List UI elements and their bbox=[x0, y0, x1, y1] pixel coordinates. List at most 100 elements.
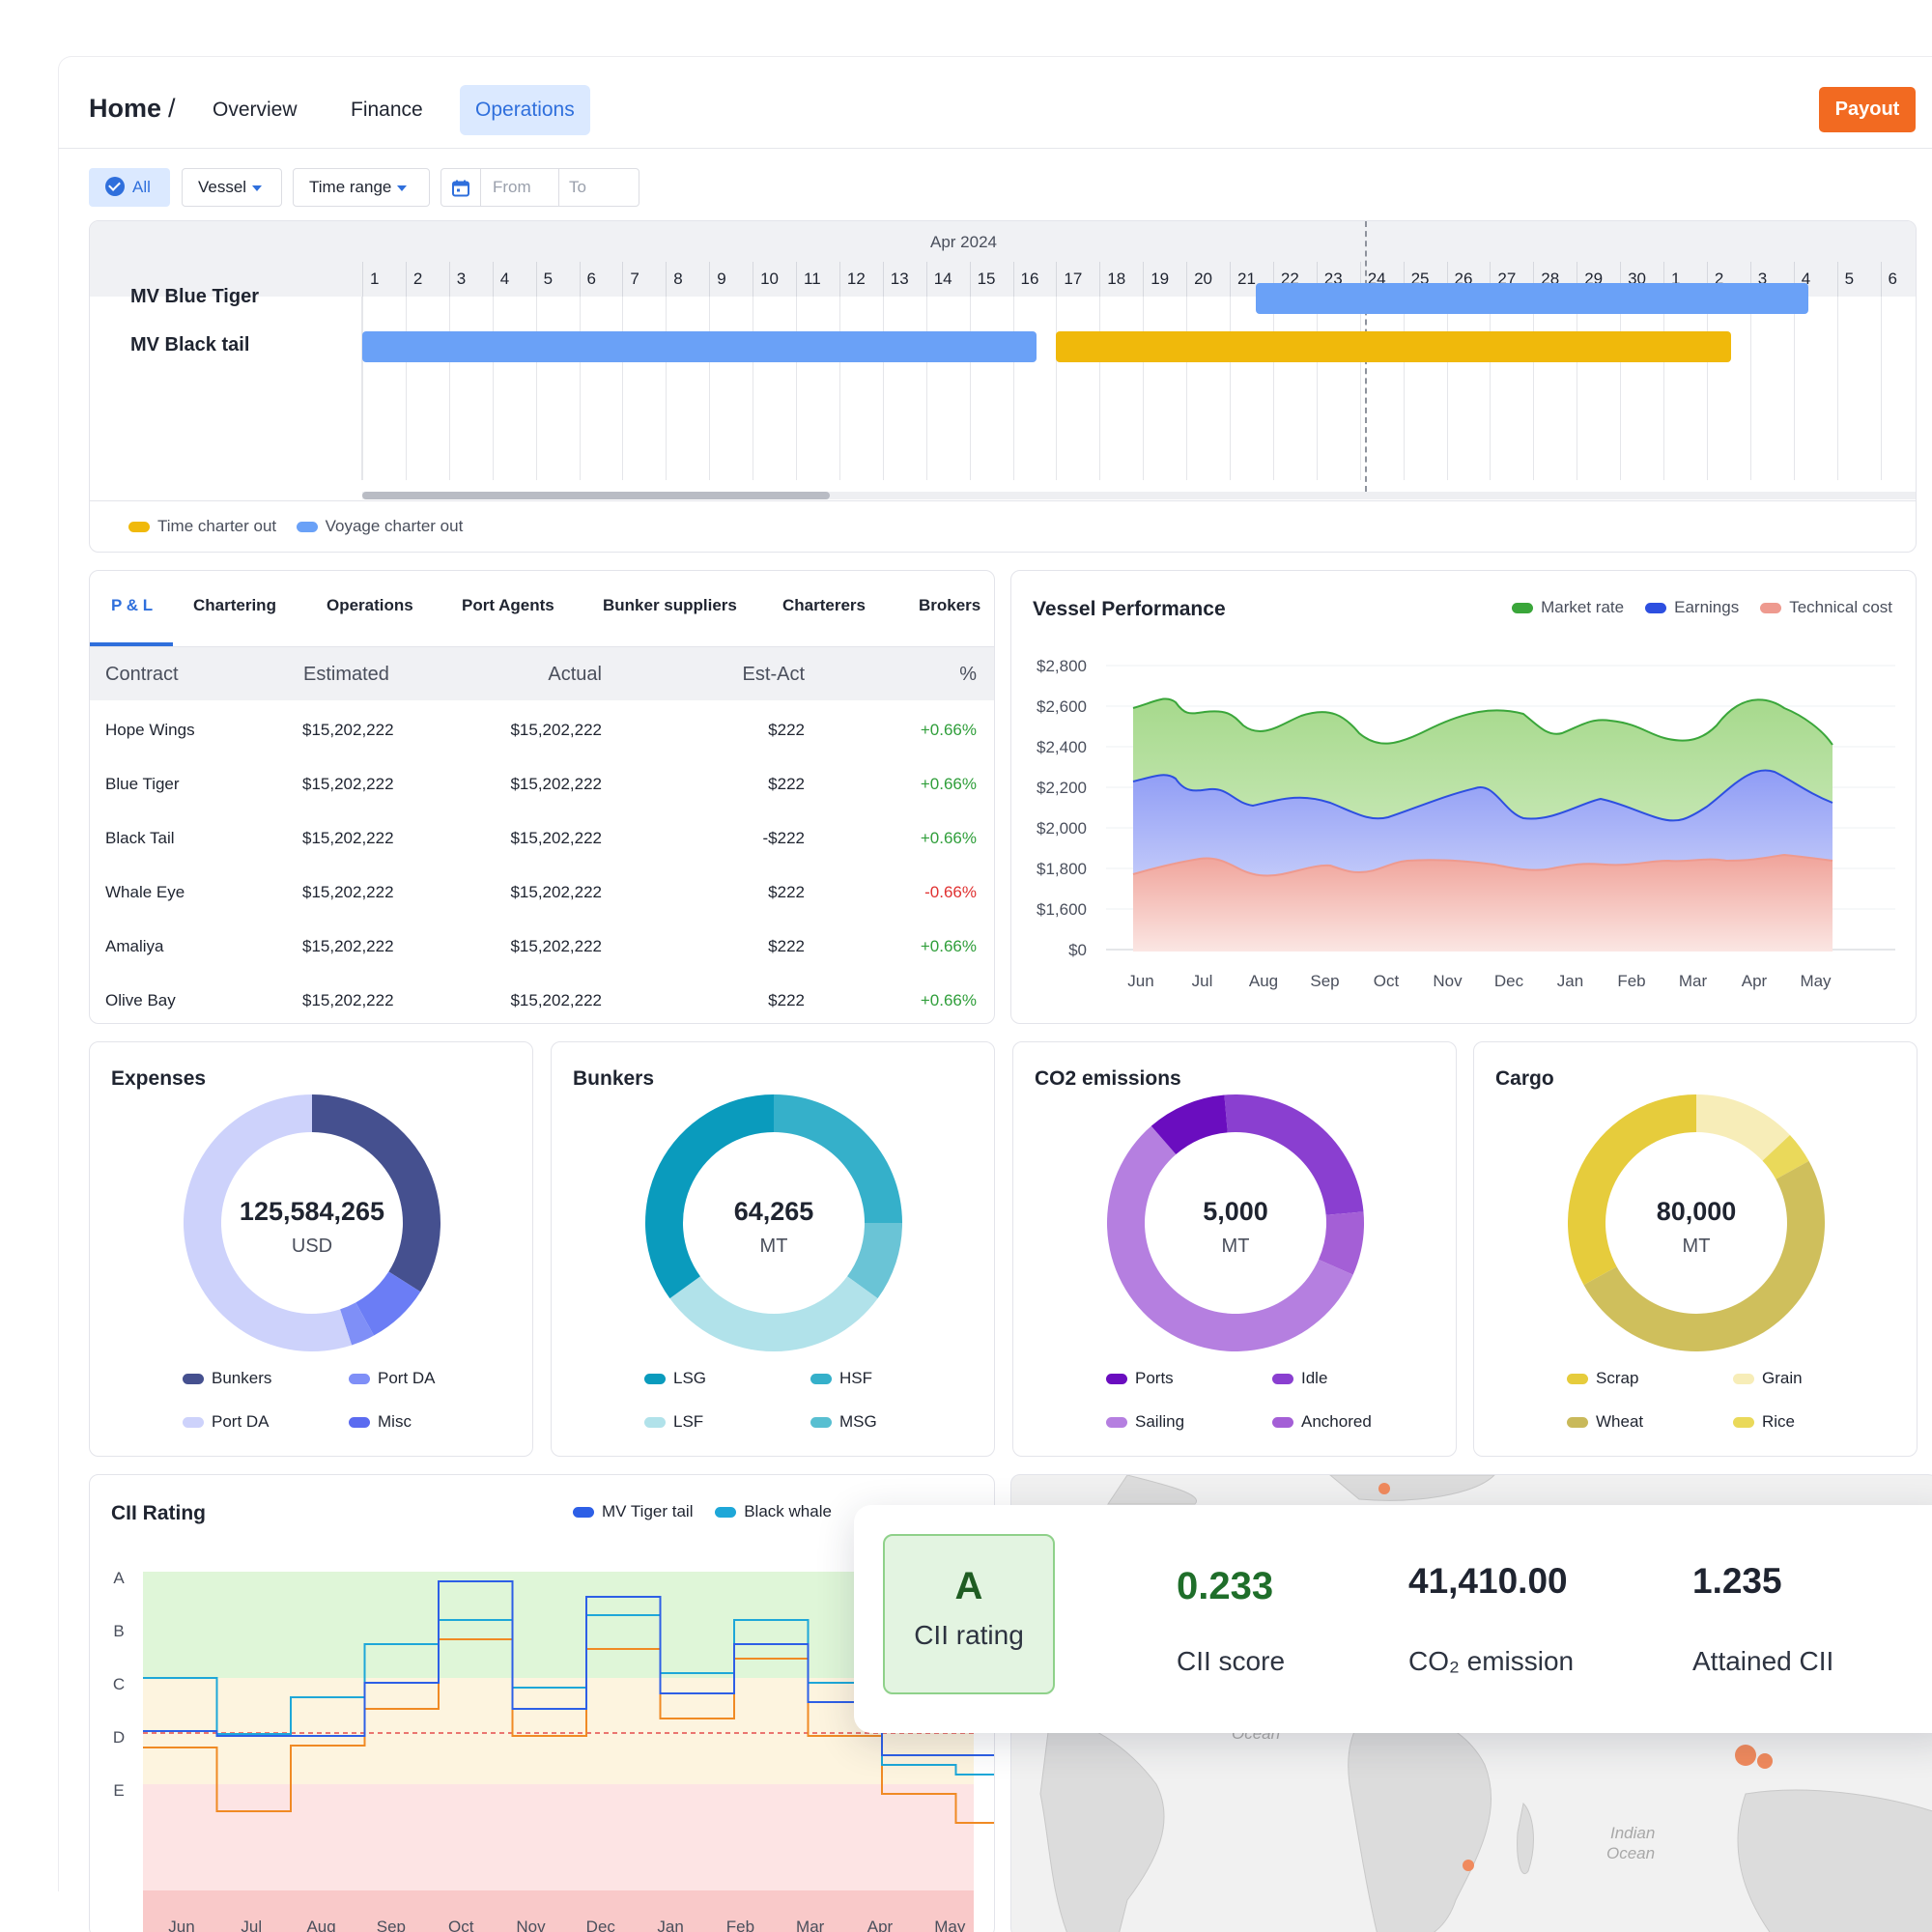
gantt-gridline bbox=[1836, 297, 1838, 480]
gantt-header-gridline bbox=[405, 262, 407, 297]
charter-bar-voyage[interactable] bbox=[362, 331, 1037, 362]
cii-x-tick: Aug bbox=[306, 1918, 335, 1932]
time-range-dropdown[interactable]: Time range bbox=[293, 168, 430, 207]
vessel-row-label: MV Black tail bbox=[130, 334, 250, 355]
pnl-tab[interactable]: Brokers bbox=[919, 596, 980, 615]
cii-y-tick: B bbox=[113, 1622, 124, 1640]
cii-summary-popup: A CII rating 0.233 CII score 41,410.00 C… bbox=[854, 1505, 1932, 1733]
tab-finance[interactable]: Finance bbox=[335, 85, 439, 135]
gantt-day-label: 9 bbox=[717, 270, 726, 288]
map-marker[interactable] bbox=[1757, 1753, 1773, 1769]
cell-contract: Amaliya bbox=[105, 937, 164, 955]
cell-estimated: $15,202,222 bbox=[302, 829, 394, 847]
cell-contract: Whale Eye bbox=[105, 883, 185, 901]
vp-x-tick: Sep bbox=[1310, 972, 1339, 990]
cell-pct: +0.66% bbox=[920, 775, 977, 793]
cell-actual: $15,202,222 bbox=[510, 721, 602, 739]
pnl-tab[interactable]: Port Agents bbox=[462, 596, 554, 615]
gantt-day-label: 8 bbox=[673, 270, 683, 288]
cell-estimated: $15,202,222 bbox=[302, 721, 394, 739]
cii-y-tick: C bbox=[113, 1675, 125, 1693]
cii-x-tick: Mar bbox=[796, 1918, 825, 1932]
gantt-gridline bbox=[1490, 297, 1492, 480]
legend-label: HSF bbox=[839, 1369, 872, 1387]
gantt-gridline bbox=[1272, 297, 1274, 480]
cell-estimated: $15,202,222 bbox=[302, 937, 394, 955]
gantt-gridline bbox=[925, 297, 927, 480]
date-to-input[interactable]: To bbox=[569, 169, 586, 206]
gantt-day-label: 6 bbox=[1888, 270, 1897, 288]
attained-cii-value: 1.235 bbox=[1692, 1561, 1782, 1601]
tab-overview[interactable]: Overview bbox=[197, 85, 313, 135]
date-range-picker[interactable]: From To bbox=[440, 168, 639, 207]
vp-y-tick: $1,800 bbox=[1037, 860, 1087, 878]
col-contract: Contract bbox=[105, 664, 179, 685]
gantt-gridline bbox=[796, 297, 797, 480]
gantt-gridline bbox=[1620, 297, 1622, 480]
calendar-icon bbox=[452, 180, 469, 197]
gantt-day-label: 13 bbox=[890, 270, 909, 288]
vessel-dropdown[interactable]: Vessel bbox=[182, 168, 282, 207]
donut-slice[interactable] bbox=[312, 1094, 440, 1293]
gantt-header-gridline bbox=[1012, 262, 1014, 297]
pnl-tab[interactable]: Operations bbox=[327, 596, 413, 615]
gantt-left-divider bbox=[361, 297, 362, 480]
tab-operations[interactable]: Operations bbox=[460, 85, 590, 135]
cii-rating-value: A bbox=[954, 1565, 983, 1607]
cell-contract: Hope Wings bbox=[105, 721, 195, 739]
payout-button[interactable]: Payout bbox=[1819, 87, 1916, 132]
gantt-header-gridline bbox=[1230, 262, 1231, 297]
cii-x-tick: Nov bbox=[516, 1918, 546, 1932]
date-from-input[interactable]: From bbox=[493, 169, 531, 206]
legend-swatch bbox=[296, 522, 318, 533]
cell-actual: $15,202,222 bbox=[510, 775, 602, 793]
gantt-gridline bbox=[666, 297, 668, 480]
gantt-day-label: 18 bbox=[1107, 270, 1126, 288]
donut-legend-item: LSG bbox=[644, 1369, 706, 1388]
vp-y-tick: $2,400 bbox=[1037, 738, 1087, 756]
donut-card-1: Bunkers 64,265 MT LSG HSF LSF MSG bbox=[551, 1041, 995, 1457]
vp-x-tick: Jun bbox=[1127, 972, 1153, 990]
cii-x-tick: May bbox=[934, 1918, 966, 1932]
donut-slice[interactable] bbox=[669, 1276, 878, 1351]
legend-swatch bbox=[810, 1417, 832, 1429]
gantt-gridline bbox=[1793, 297, 1795, 480]
filter-all-label: All bbox=[132, 178, 151, 196]
gantt-gridline bbox=[362, 297, 363, 480]
cii-band-d bbox=[143, 1784, 974, 1890]
cell-estimated: $15,202,222 bbox=[302, 883, 394, 901]
gantt-scrollbar[interactable] bbox=[362, 492, 830, 499]
gantt-gridline bbox=[579, 297, 581, 480]
gantt-header-gridline bbox=[579, 262, 581, 297]
pnl-tab[interactable]: Chartering bbox=[193, 596, 276, 615]
pnl-tab[interactable]: Bunker suppliers bbox=[603, 596, 737, 615]
breadcrumb-home[interactable]: Home bbox=[89, 94, 161, 124]
map-marker[interactable] bbox=[1735, 1745, 1756, 1766]
vp-x-tick: Aug bbox=[1249, 972, 1278, 990]
cell-actual: $15,202,222 bbox=[510, 829, 602, 847]
legend-label: Port DA bbox=[378, 1369, 436, 1387]
donut-center-value: 64,265 bbox=[733, 1197, 814, 1226]
vessel-performance-chart: $2,800 $2,600 $2,400 $2,200 $2,000 $1,800 $1,6… bbox=[1037, 657, 1895, 990]
donut-legend-item: Ports bbox=[1106, 1369, 1174, 1388]
legend-swatch bbox=[349, 1417, 370, 1429]
gantt-gridline bbox=[1056, 297, 1058, 480]
filter-all-button[interactable]: All bbox=[89, 168, 170, 207]
gantt-day-label: 2 bbox=[412, 270, 423, 288]
gantt-gridline bbox=[1706, 297, 1708, 480]
charter-bar-time[interactable] bbox=[1056, 331, 1731, 362]
map-marker[interactable] bbox=[1378, 1483, 1390, 1494]
donut-card-2: CO2 emissions 5,000 MT Ports Idle Sailing Anch… bbox=[1012, 1041, 1457, 1457]
cell-diff: $222 bbox=[768, 721, 805, 739]
gantt-gridline bbox=[969, 297, 971, 480]
donut-center-unit: MT bbox=[1682, 1236, 1711, 1257]
vp-y-tick: $2,000 bbox=[1037, 819, 1087, 838]
gantt-header-gridline bbox=[925, 262, 927, 297]
cell-contract: Olive Bay bbox=[105, 991, 176, 1009]
pnl-tab[interactable]: P & L bbox=[111, 596, 153, 615]
charter-bar-voyage[interactable] bbox=[1255, 283, 1809, 314]
pnl-tab[interactable]: Charterers bbox=[782, 596, 866, 615]
legend-swatch bbox=[128, 522, 150, 533]
gantt-gridline bbox=[1749, 297, 1751, 480]
map-marker[interactable] bbox=[1463, 1860, 1474, 1871]
